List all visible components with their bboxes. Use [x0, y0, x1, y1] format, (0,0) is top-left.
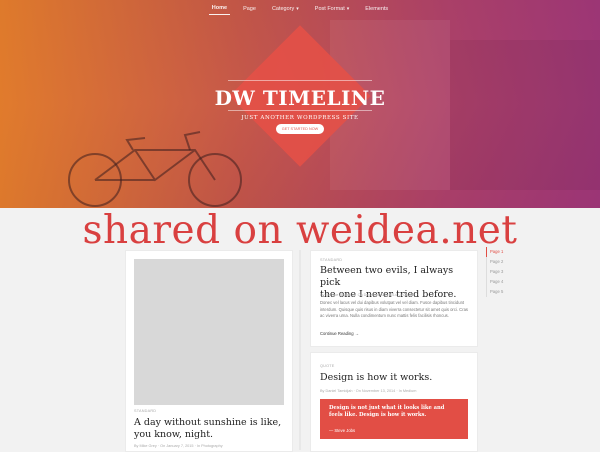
chevron-down-icon: ▾: [296, 5, 299, 12]
site-tagline: JUST ANOTHER WORDPRESS SITE: [241, 115, 359, 121]
post-category: STANDARD: [134, 409, 157, 413]
post-title[interactable]: A day without sunshine is like, you know…: [134, 417, 289, 441]
post-card-standard-right: STANDARD Between two evils, I always pic…: [310, 250, 478, 347]
quote-text: Design is not just what it looks like an…: [329, 405, 445, 418]
post-meta: By Daniel Tamidjah · On November 13, 201…: [320, 389, 417, 393]
continue-reading-link[interactable]: Continue Reading →: [320, 331, 359, 336]
post-meta: By Mike Grey · On January 7, 2015 · In P…: [134, 444, 223, 448]
pager-page-1[interactable]: Page 1: [486, 247, 503, 257]
logo-top-rule: [228, 80, 372, 81]
pager-page-3[interactable]: Page 3: [486, 267, 503, 277]
pager-page-5[interactable]: Page 5: [486, 287, 503, 297]
nav-elements[interactable]: Elements: [362, 3, 391, 15]
nav-page[interactable]: Page: [240, 3, 259, 15]
post-card-standard-left: STANDARD A day without sunshine is like,…: [125, 250, 293, 452]
top-navigation: Home Page Category ▾ Post Format ▾ Element…: [0, 0, 600, 17]
watermark-text: shared on weidea.net: [82, 208, 518, 253]
hero-banner: Home Page Category ▾ Post Format ▾ Element…: [0, 0, 600, 208]
post-category: QUOTE: [320, 364, 335, 368]
post-card-quote: QUOTE Design is how it works. By Daniel …: [310, 352, 478, 452]
nav-post-format[interactable]: Post Format ▾: [312, 3, 352, 15]
post-title[interactable]: Design is how it works.: [320, 372, 475, 384]
logo-bottom-rule: [228, 110, 372, 111]
quote-author: — Steve Jobs: [329, 428, 356, 433]
nav-category[interactable]: Category ▾: [269, 3, 302, 15]
site-title[interactable]: DW TIMELINE: [0, 86, 600, 110]
post-category: STANDARD: [320, 258, 343, 262]
timeline-pager: Page 1 Page 2 Page 3 Page 4 Page 5: [486, 247, 503, 297]
post-meta: By Bernice Rachelle · On December 26, 20…: [320, 293, 415, 297]
post-thumbnail-placeholder[interactable]: [134, 259, 284, 405]
pager-page-2[interactable]: Page 2: [486, 257, 503, 267]
nav-home[interactable]: Home: [208, 2, 231, 15]
timeline-divider: [299, 250, 301, 450]
bicycle-photo: [68, 131, 242, 207]
quote-block: Design is not just what it looks like an…: [320, 399, 468, 439]
post-excerpt: Donec vel lacus vel dui dapibus volutpat…: [320, 300, 469, 319]
chevron-down-icon: ▾: [346, 5, 350, 12]
pager-page-4[interactable]: Page 4: [486, 277, 503, 287]
get-started-button[interactable]: GET STARTED NOW: [276, 124, 324, 134]
